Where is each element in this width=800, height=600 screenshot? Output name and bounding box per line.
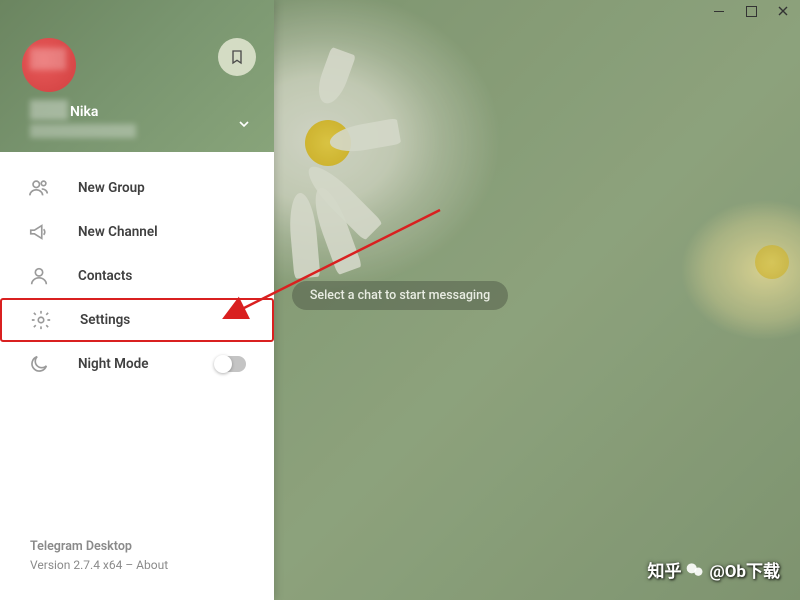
empty-chat-hint-text: Select a chat to start messaging — [292, 281, 508, 310]
app-name: Telegram Desktop — [30, 539, 244, 554]
window-maximize-button[interactable] — [744, 4, 758, 18]
app-version[interactable]: Version 2.7.4 x64 – About — [30, 558, 244, 572]
megaphone-icon — [28, 221, 50, 243]
saved-messages-button[interactable] — [218, 38, 256, 76]
menu-item-settings[interactable]: Settings — [0, 298, 274, 342]
avatar-blur — [30, 48, 66, 70]
watermark-text: 知乎 — [647, 557, 681, 582]
menu-item-label: Night Mode — [78, 356, 148, 372]
watermark: 知乎 @Ob下载 — [647, 557, 780, 582]
bookmark-icon — [229, 49, 245, 65]
moon-icon — [28, 353, 50, 375]
window-close-button[interactable] — [776, 4, 790, 18]
menu-item-night-mode[interactable]: Night Mode — [0, 342, 274, 386]
night-mode-toggle[interactable] — [216, 356, 246, 372]
name-redaction — [30, 100, 68, 120]
watermark-text: @Ob下载 — [709, 557, 780, 582]
group-icon — [28, 177, 50, 199]
sidebar-footer: Telegram Desktop Version 2.7.4 x64 – Abo… — [0, 539, 274, 600]
menu-item-contacts[interactable]: Contacts — [0, 254, 274, 298]
phone-redaction — [30, 124, 136, 138]
wechat-icon — [685, 560, 705, 580]
chevron-down-icon — [236, 116, 252, 132]
gear-icon — [30, 309, 52, 331]
menu-list: New Group New Channel Contacts Settings … — [0, 152, 274, 539]
window-minimize-button[interactable] — [712, 4, 726, 18]
main-menu-drawer: Nika New Group New Channel Contacts — [0, 0, 274, 600]
menu-item-label: Settings — [80, 312, 130, 328]
profile-name: Nika — [70, 104, 98, 120]
menu-item-new-group[interactable]: New Group — [0, 166, 274, 210]
profile-header: Nika — [0, 0, 274, 152]
account-switcher-button[interactable] — [232, 112, 256, 136]
menu-item-label: Contacts — [78, 268, 132, 284]
menu-item-label: New Group — [78, 180, 145, 196]
menu-item-label: New Channel — [78, 224, 158, 240]
menu-item-new-channel[interactable]: New Channel — [0, 210, 274, 254]
person-icon — [28, 265, 50, 287]
